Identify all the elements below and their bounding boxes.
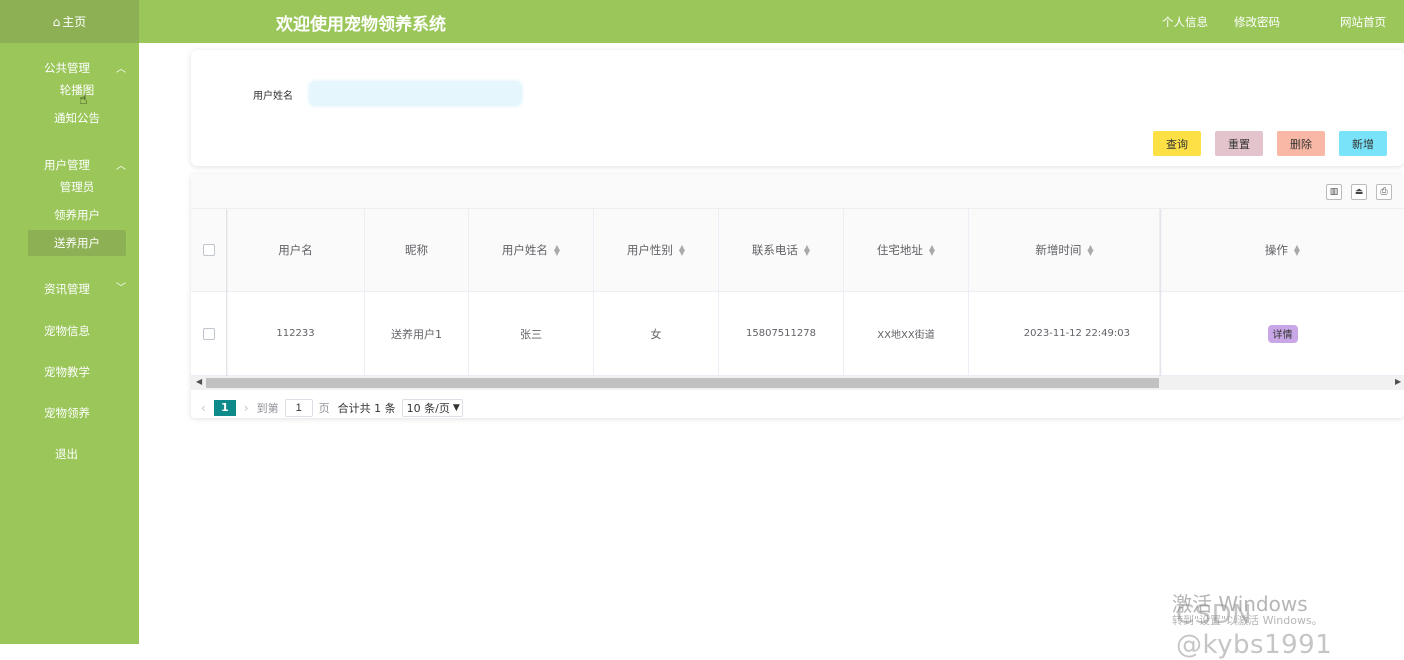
column-header-label: 用户名 — [278, 243, 313, 257]
cell-name: 张三 — [469, 292, 594, 375]
print-icon[interactable]: ⎙ — [1376, 184, 1392, 200]
chevron-up-icon[interactable]: ︿ — [116, 157, 126, 172]
column-header-label: 操作 — [1264, 243, 1288, 257]
sort-icon[interactable]: ▲ ▼ — [1087, 244, 1093, 257]
sidebar-item-logout[interactable]: 退出 — [55, 446, 78, 462]
column-header-actions[interactable]: 操作 ▲ ▼ — [1161, 209, 1404, 291]
delete-button[interactable]: 删除 — [1277, 131, 1325, 156]
column-header-username: 用户名 — [227, 209, 365, 291]
column-header-label: 住宅地址 — [876, 243, 923, 257]
column-header-label: 用户姓名 — [501, 243, 548, 257]
menu-group-users[interactable]: 用户管理 — [44, 157, 90, 173]
sort-icon[interactable]: ▲ ▼ — [554, 244, 560, 257]
total-count: 合计共 1 条 — [337, 402, 396, 415]
chevron-down-icon[interactable]: ﹀ — [116, 279, 126, 294]
column-header-label: 用户性别 — [626, 243, 673, 257]
fixed-column-shadow — [226, 209, 229, 376]
sidebar: ⌂ 主页 公共管理 ︿ 轮播图 通知公告 用户管理 ︿ 管理员 领养用户 送养用… — [0, 0, 139, 644]
column-header-label: 联系电话 — [751, 243, 798, 257]
chevron-down-icon: ▼ — [452, 403, 460, 413]
sidebar-item-pet-adoption[interactable]: 宠物领养 — [44, 405, 90, 421]
column-header-name[interactable]: 用户姓名 ▲ ▼ — [469, 209, 594, 291]
profile-link[interactable]: 个人信息 — [1162, 14, 1208, 30]
select-all-cell — [191, 209, 227, 291]
sort-icon[interactable]: ▲ ▼ — [929, 244, 935, 257]
app-title: 欢迎使用宠物领养系统 — [276, 15, 446, 35]
prev-page-icon[interactable]: ‹ — [201, 401, 206, 415]
column-header-address[interactable]: 住宅地址 ▲ ▼ — [844, 209, 969, 291]
cell-created: 2023-11-12 22:49:03 — [969, 292, 1161, 375]
top-header: 欢迎使用宠物领养系统 个人信息 修改密码 网站首页 — [139, 0, 1404, 43]
next-page-icon[interactable]: › — [244, 401, 249, 415]
table-panel: ▥ ⏏ ⎙ 用户名 昵称 用户姓名 ▲ ▼ 用户性别 ▲ ▼ 联系电话 ▲ ▼ 住宅地址 ▲ ▼… — [191, 174, 1404, 418]
sidebar-item-carousel[interactable]: 轮播图 — [28, 77, 126, 103]
cell-phone: 15807511278 — [719, 292, 844, 375]
menu-group-news[interactable]: 资讯管理 — [44, 281, 90, 297]
sidebar-item-pet-info[interactable]: 宠物信息 — [44, 323, 90, 339]
chevron-up-icon[interactable]: ︿ — [116, 60, 126, 75]
pagination: ‹ 1 › 到第 页 合计共 1 条 10 条/页 ▼ — [201, 399, 463, 417]
page-number-current[interactable]: 1 — [213, 400, 236, 416]
columns-filter-icon[interactable]: ▥ — [1326, 184, 1342, 200]
search-panel: 用户姓名 查询 重置 删除 新增 — [191, 50, 1404, 166]
search-input[interactable] — [309, 81, 522, 106]
sidebar-item-adopter[interactable]: 领养用户 — [28, 202, 126, 228]
page-size-value: 10 条/页 — [406, 402, 450, 415]
sidebar-item-giver[interactable]: 送养用户 — [28, 230, 126, 256]
scroll-left-icon[interactable]: ◀ — [196, 377, 202, 386]
sidebar-item-notice[interactable]: 通知公告 — [28, 105, 126, 131]
row-select-cell — [191, 292, 227, 375]
page-suffix: 页 — [318, 402, 330, 415]
sort-icon[interactable]: ▲ ▼ — [679, 244, 685, 257]
change-password-link[interactable]: 修改密码 — [1234, 14, 1280, 30]
fixed-column-shadow — [1159, 209, 1163, 376]
search-label: 用户姓名 — [253, 91, 293, 102]
hand-cursor-icon: ☝ — [79, 92, 88, 108]
detail-button[interactable]: 详情 — [1267, 324, 1298, 343]
reset-button[interactable]: 重置 — [1215, 131, 1263, 156]
column-header-gender[interactable]: 用户性别 ▲ ▼ — [594, 209, 719, 291]
sort-icon[interactable]: ▲ ▼ — [804, 244, 810, 257]
column-header-label: 新增时间 — [1035, 243, 1082, 257]
sort-icon[interactable]: ▲ ▼ — [1294, 244, 1300, 257]
cell-actions: 详情 — [1161, 292, 1404, 375]
table-row: 112233 送养用户1 张三 女 15807511278 XX地XX街道 20… — [191, 292, 1404, 376]
page-size-select[interactable]: 10 条/页 ▼ — [401, 399, 463, 417]
menu-group-public[interactable]: 公共管理 — [44, 60, 90, 76]
query-button[interactable]: 查询 — [1153, 131, 1201, 156]
table-toolbar: ▥ ⏏ ⎙ — [191, 174, 1404, 209]
select-all-checkbox[interactable] — [202, 244, 215, 256]
scroll-right-icon[interactable]: ▶ — [1395, 377, 1401, 386]
column-header-created[interactable]: 新增时间 ▲ ▼ — [969, 209, 1161, 291]
goto-label: 到第 — [256, 402, 279, 415]
site-home-link[interactable]: 网站首页 — [1340, 14, 1386, 30]
export-icon[interactable]: ⏏ — [1351, 184, 1367, 200]
csdn-watermark: CSDN @kybs1991 — [1176, 600, 1333, 660]
add-button[interactable]: 新增 — [1339, 131, 1387, 156]
cell-username: 112233 — [227, 292, 365, 375]
column-header-phone[interactable]: 联系电话 ▲ ▼ — [719, 209, 844, 291]
column-header-nickname: 昵称 — [365, 209, 469, 291]
home-label: 主页 — [62, 15, 87, 29]
cell-gender: 女 — [594, 292, 719, 375]
cell-nickname: 送养用户1 — [365, 292, 469, 375]
sidebar-item-admin[interactable]: 管理员 — [28, 174, 126, 200]
home-icon: ⌂ — [52, 14, 61, 29]
table-header: 用户名 昵称 用户姓名 ▲ ▼ 用户性别 ▲ ▼ 联系电话 ▲ ▼ 住宅地址 ▲ ▼ 新增时间 ▲… — [191, 209, 1404, 292]
sidebar-item-pet-teaching[interactable]: 宠物教学 — [44, 364, 90, 380]
goto-page-input[interactable] — [284, 399, 313, 417]
column-header-label: 昵称 — [405, 243, 428, 257]
row-checkbox[interactable] — [202, 327, 215, 340]
scroll-thumb[interactable] — [206, 378, 1159, 388]
horizontal-scrollbar[interactable]: ◀ ▶ — [191, 376, 1404, 390]
cell-address: XX地XX街道 — [844, 292, 969, 375]
home-tab[interactable]: ⌂ 主页 — [0, 0, 139, 43]
